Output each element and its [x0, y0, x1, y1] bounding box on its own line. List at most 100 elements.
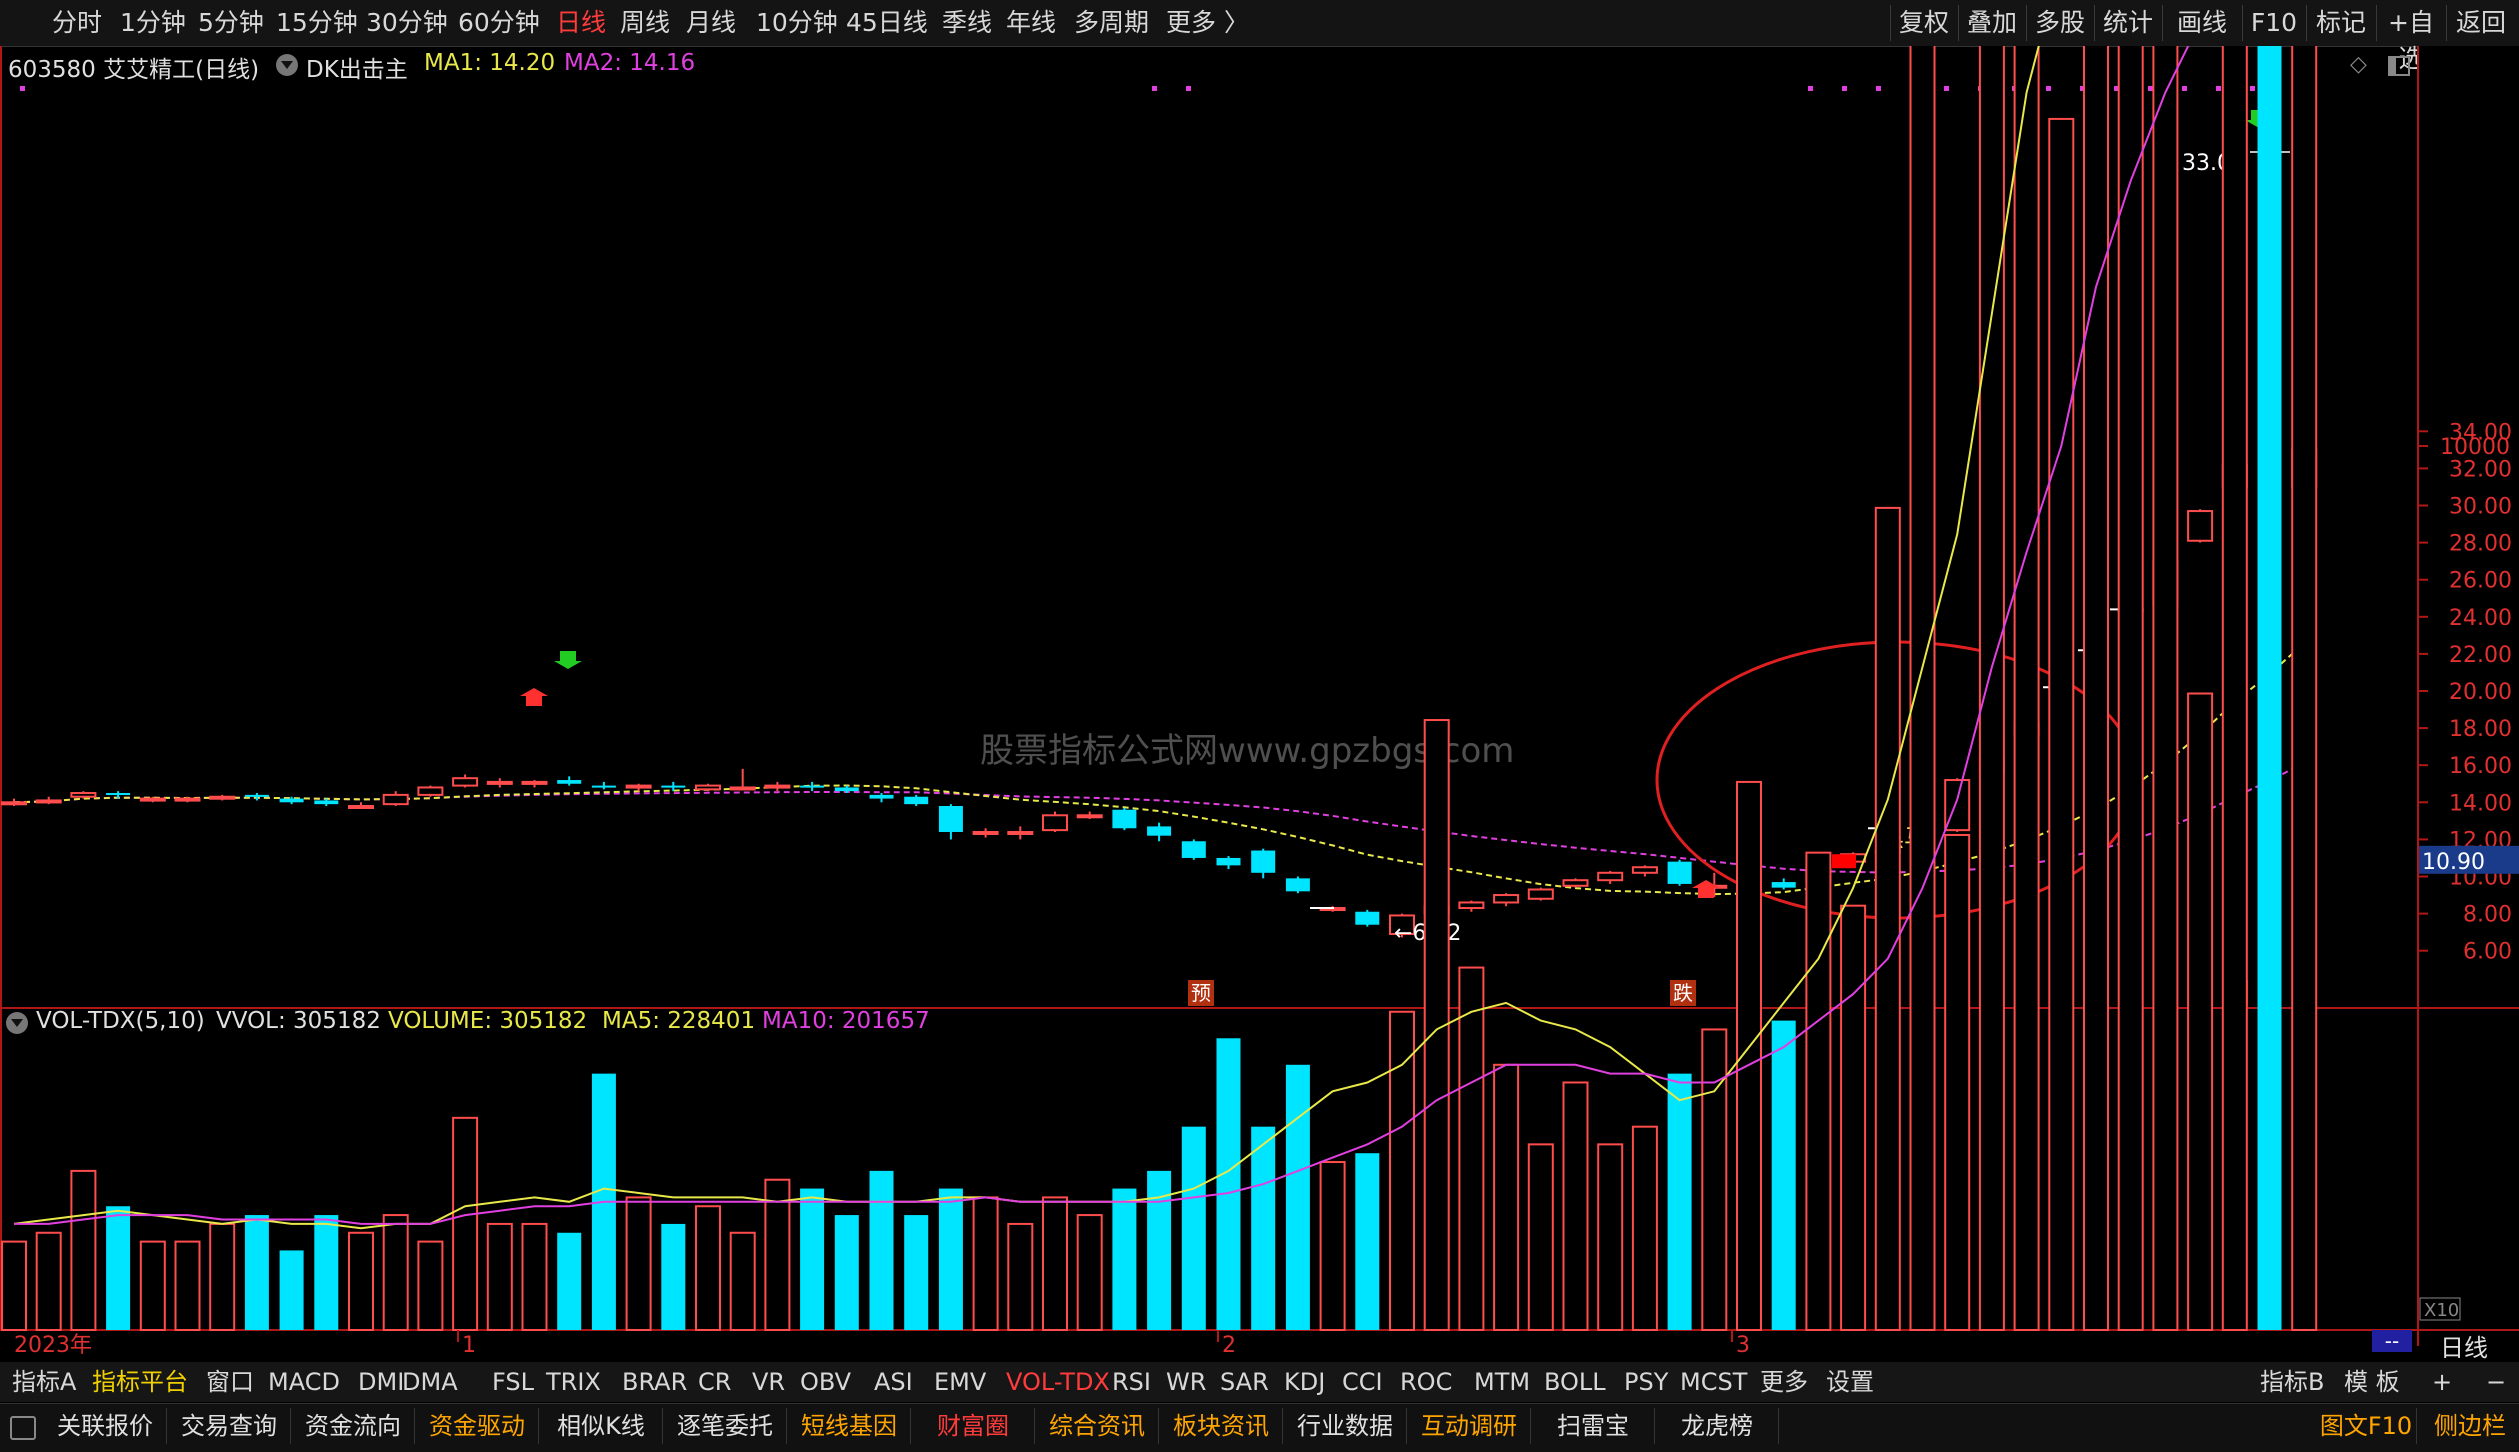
period-tab-0[interactable]: 分时: [52, 6, 102, 40]
period-tab-1[interactable]: 1分钟: [120, 6, 186, 40]
bottom-tab-7[interactable]: 财富圈: [912, 1408, 1035, 1444]
indicator-tab-1[interactable]: 指标平台: [92, 1366, 188, 1399]
candle-body-36: [1251, 850, 1276, 873]
indicator-tab-23[interactable]: PSY: [1624, 1366, 1668, 1399]
indicator-tab-25[interactable]: 更多: [1760, 1366, 1808, 1399]
indicator-tab-9[interactable]: CR: [698, 1366, 731, 1399]
period-tab-11[interactable]: 季线: [942, 6, 992, 40]
bottom-tab-10[interactable]: 行业数据: [1284, 1408, 1407, 1444]
bottom-tab-4[interactable]: 相似K线: [540, 1408, 663, 1444]
indicator-tab-14[interactable]: VOL-TDX: [1006, 1366, 1110, 1399]
indicator-tab-8[interactable]: BRAR: [622, 1366, 687, 1399]
diamond-icon[interactable]: ◇: [2350, 52, 2367, 77]
bottom-tab-3[interactable]: 资金驱动: [416, 1408, 539, 1444]
indicator-tab-22[interactable]: BOLL: [1544, 1366, 1606, 1399]
time-label-2: 2: [1222, 1333, 1236, 1358]
period-tab-6[interactable]: 日线: [556, 6, 606, 40]
indicator-tab-12[interactable]: ASI: [874, 1366, 913, 1399]
bottom-right-0[interactable]: 图文F10: [2316, 1408, 2417, 1444]
period-tab-8[interactable]: 月线: [686, 6, 736, 40]
indicator-toggle-icon[interactable]: [276, 54, 298, 76]
volume-toggle-icon[interactable]: [6, 1012, 28, 1034]
indicator-tab-7[interactable]: TRIX: [546, 1366, 601, 1399]
toolbar-button-8[interactable]: 返回: [2446, 5, 2515, 41]
period-tab-7[interactable]: 周线: [620, 6, 670, 40]
candle-body-9: [314, 800, 339, 805]
price-label-13: 8.00: [2463, 903, 2512, 928]
bottom-tab-1[interactable]: 交易查询: [168, 1408, 291, 1444]
toolbar-button-0[interactable]: 复权: [1890, 5, 1957, 41]
indicator-tab-20[interactable]: ROC: [1400, 1366, 1452, 1399]
indicator-tab-4[interactable]: DMI: [358, 1366, 404, 1399]
bottom-tab-0[interactable]: 关联报价: [44, 1408, 167, 1444]
bottom-tab-6[interactable]: 短线基因: [788, 1408, 911, 1444]
indicator-right-2[interactable]: +: [2432, 1366, 2452, 1399]
signal-dot-3: [1808, 86, 1813, 91]
candle-body-18: [625, 784, 652, 789]
volume-bar-50: [1736, 780, 1762, 1331]
indicator-tab-0[interactable]: 指标A: [12, 1366, 76, 1399]
indicator-tab-15[interactable]: RSI: [1112, 1366, 1151, 1399]
indicator-tab-16[interactable]: WR: [1166, 1366, 1206, 1399]
toolbar-button-2[interactable]: 多股: [2026, 5, 2093, 41]
indicator-tab-11[interactable]: OBV: [800, 1366, 851, 1399]
indicator-tab-21[interactable]: MTM: [1474, 1366, 1530, 1399]
period-tab-5[interactable]: 60分钟: [458, 6, 540, 40]
indicator-right-0[interactable]: 指标B: [2260, 1366, 2324, 1399]
candle-body-30: [1042, 814, 1068, 832]
period-tab-9[interactable]: 10分钟: [756, 6, 838, 40]
toolbar-button-6[interactable]: 标记: [2306, 5, 2375, 41]
bottom-tab-5[interactable]: 逐笔委托: [664, 1408, 787, 1444]
volume-bar-37: [1285, 1064, 1310, 1330]
toolbar-button-5[interactable]: F10: [2242, 5, 2305, 41]
toolbar-button-1[interactable]: 叠加: [1958, 5, 2025, 41]
period-tab-14[interactable]: 更多 〉: [1166, 6, 1249, 40]
signal-dot-5: [1876, 86, 1881, 91]
indicator-tab-19[interactable]: CCI: [1342, 1366, 1383, 1399]
indicator-tab-18[interactable]: KDJ: [1284, 1366, 1325, 1399]
period-tab-4[interactable]: 30分钟: [366, 6, 448, 40]
bottom-tab-13[interactable]: 龙虎榜: [1656, 1408, 1779, 1444]
period-tab-12[interactable]: 年线: [1006, 6, 1056, 40]
price-label-1: 32.00: [2449, 457, 2512, 482]
period-tab-3[interactable]: 15分钟: [276, 6, 358, 40]
period-tab-2[interactable]: 5分钟: [198, 6, 264, 40]
bottom-tab-8[interactable]: 综合资讯: [1036, 1408, 1159, 1444]
indicator-tab-17[interactable]: SAR: [1220, 1366, 1269, 1399]
candle-body-8: [279, 798, 304, 803]
indicator-right-3[interactable]: −: [2486, 1366, 2506, 1399]
kline-chart[interactable]: 34.0032.0030.0028.0026.0024.0022.0020.00…: [0, 46, 2519, 1366]
candle-body-5: [174, 797, 201, 802]
toolbar-button-7[interactable]: +自选: [2376, 5, 2445, 73]
candle-body-47: [1631, 866, 1658, 874]
bottom-tab-2[interactable]: 资金流向: [292, 1408, 415, 1444]
indicator-tab-5[interactable]: DMA: [402, 1366, 458, 1399]
indicator-tab-24[interactable]: MCST: [1680, 1366, 1747, 1399]
bottom-tab-11[interactable]: 互动调研: [1408, 1408, 1531, 1444]
toolbar-button-4[interactable]: 画线: [2162, 5, 2241, 41]
time-axis-button[interactable]: --: [2372, 1330, 2412, 1352]
bottom-tab-9[interactable]: 板块资讯: [1160, 1408, 1283, 1444]
indicator-tab-26[interactable]: 设置: [1826, 1366, 1874, 1399]
candle-body-33: [1147, 826, 1172, 836]
indicator-tab-6[interactable]: FSL: [492, 1366, 534, 1399]
ma1-value: MA1: 14.20: [424, 50, 556, 76]
candle-body-28: [972, 830, 999, 835]
signal-dot-7: [1944, 86, 1949, 91]
candle-body-39: [1355, 911, 1380, 925]
bottom-tab-12[interactable]: 扫雷宝: [1532, 1408, 1655, 1444]
indicator-right-1[interactable]: 模 板: [2344, 1366, 2400, 1399]
toolbar-button-3[interactable]: 统计: [2094, 5, 2161, 41]
bottom-right-1[interactable]: 侧边栏: [2420, 1408, 2519, 1444]
indicator-tab-13[interactable]: EMV: [934, 1366, 986, 1399]
period-tab-10[interactable]: 45日线: [846, 6, 928, 40]
volume-bar-63: [2187, 692, 2214, 1331]
volume-bar-9: [314, 1215, 339, 1330]
indicator-tab-10[interactable]: VR: [752, 1366, 785, 1399]
indicator-tab-3[interactable]: MACD: [268, 1366, 340, 1399]
window-toggle-icon[interactable]: [2388, 56, 2410, 76]
period-tab-13[interactable]: 多周期: [1074, 6, 1149, 40]
panel-toggle-icon[interactable]: [10, 1416, 36, 1440]
indicator-tab-2[interactable]: 窗口: [206, 1366, 254, 1399]
candle-body-10: [348, 805, 374, 810]
